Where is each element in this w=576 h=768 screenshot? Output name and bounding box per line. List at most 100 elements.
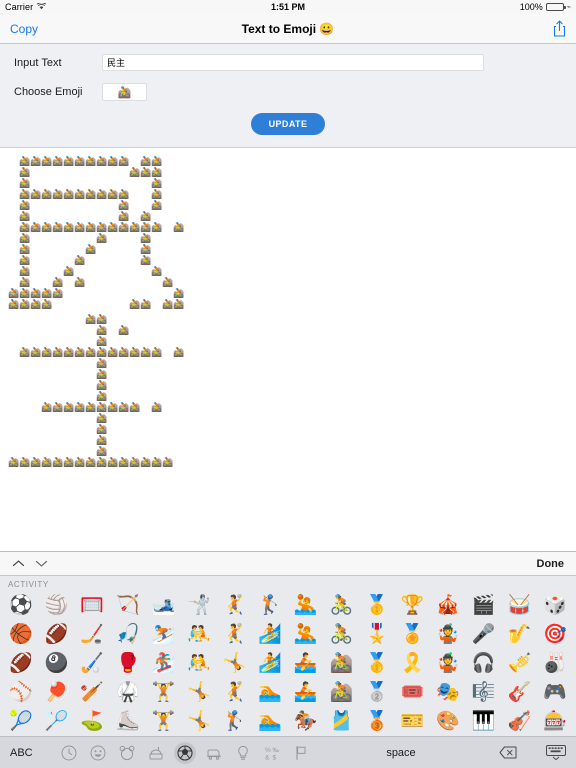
emoji-key[interactable]: 🥇 xyxy=(360,649,394,678)
emoji-key[interactable]: 🏓 xyxy=(40,678,74,707)
emoji-key[interactable]: 🏂 xyxy=(146,649,180,678)
emoji-key[interactable]: 🎬 xyxy=(467,591,501,620)
emoji-key[interactable]: 🥋 xyxy=(111,678,145,707)
emoji-key[interactable]: 🤸 xyxy=(182,707,216,736)
emoji-key[interactable]: 🏇 xyxy=(289,707,323,736)
emoji-key[interactable]: 🎯 xyxy=(538,620,572,649)
emoji-key[interactable]: 🤸 xyxy=(218,649,252,678)
emoji-key[interactable]: 🤾 xyxy=(218,678,252,707)
emoji-key[interactable]: 🏀 xyxy=(4,620,38,649)
emoji-key[interactable]: 🎮 xyxy=(538,678,572,707)
emoji-key[interactable]: 🎾 xyxy=(4,707,38,736)
emoji-key[interactable]: 🚣 xyxy=(289,649,323,678)
emoji-key[interactable]: 🏌️ xyxy=(218,707,252,736)
copy-button[interactable]: Copy xyxy=(10,22,38,36)
update-button[interactable]: UPDATE xyxy=(250,113,326,135)
emoji-key[interactable]: 🏄 xyxy=(253,620,287,649)
emoji-key[interactable]: 🥊 xyxy=(111,649,145,678)
share-icon[interactable] xyxy=(553,20,566,37)
emoji-key[interactable]: 🥉 xyxy=(360,707,394,736)
emoji-key[interactable]: 🏑 xyxy=(75,649,109,678)
emoji-key[interactable]: 🎻 xyxy=(502,707,536,736)
emoji-key[interactable]: 🎽 xyxy=(324,707,358,736)
emoji-key[interactable]: 🎲 xyxy=(538,591,572,620)
emoji-key[interactable]: 🏊 xyxy=(253,678,287,707)
emoji-key[interactable]: 🥇 xyxy=(360,591,394,620)
emoji-key[interactable]: ⛸️ xyxy=(111,707,145,736)
emoji-key[interactable]: 🎱 xyxy=(40,649,74,678)
bear-icon[interactable] xyxy=(116,742,138,764)
emoji-key[interactable]: 🏄 xyxy=(253,649,287,678)
food-icon[interactable] xyxy=(145,742,167,764)
emoji-key[interactable]: 🚴 xyxy=(324,591,358,620)
lightbulb-icon[interactable] xyxy=(232,742,254,764)
emoji-key[interactable]: 🎼 xyxy=(467,678,501,707)
emoji-key[interactable]: 🏒 xyxy=(75,620,109,649)
emoji-key[interactable]: 🚵 xyxy=(324,678,358,707)
symbols-icon[interactable]: % ‰ & $ xyxy=(261,742,283,764)
space-key[interactable]: space xyxy=(312,747,490,759)
emoji-key[interactable]: 🎹 xyxy=(467,707,501,736)
emoji-key[interactable]: 🤼 xyxy=(182,620,216,649)
emoji-key[interactable]: 🤺 xyxy=(182,591,216,620)
emoji-key[interactable]: ⛷️ xyxy=(146,620,180,649)
delete-backward-icon[interactable] xyxy=(490,746,526,759)
emoji-key[interactable]: 🏅 xyxy=(396,620,430,649)
emoji-key[interactable]: 🏌️ xyxy=(253,591,287,620)
emoji-key[interactable]: ⚾ xyxy=(4,678,38,707)
emoji-key[interactable]: 🎸 xyxy=(502,678,536,707)
emoji-key[interactable]: 🎳 xyxy=(538,649,572,678)
chevron-down-icon[interactable] xyxy=(35,559,48,568)
emoji-key[interactable]: 🤸 xyxy=(182,678,216,707)
emoji-key[interactable]: 🤼 xyxy=(182,649,216,678)
emoji-key[interactable]: 🎖️ xyxy=(360,620,394,649)
emoji-key[interactable]: 🏏 xyxy=(75,678,109,707)
emoji-key[interactable]: 🤽 xyxy=(289,591,323,620)
emoji-key[interactable]: 🥁 xyxy=(502,591,536,620)
emoji-key[interactable]: 🤾 xyxy=(218,591,252,620)
emoji-key[interactable]: 🏹 xyxy=(111,591,145,620)
emoji-key[interactable]: 🤾 xyxy=(218,620,252,649)
emoji-key[interactable]: 🎟️ xyxy=(396,678,430,707)
input-text-field[interactable]: 民主 xyxy=(102,54,484,71)
emoji-key[interactable]: 🤽 xyxy=(289,620,323,649)
emoji-key[interactable]: 🚴 xyxy=(324,620,358,649)
emoji-key[interactable]: 🎫 xyxy=(396,707,430,736)
emoji-key[interactable]: 🚵 xyxy=(324,649,358,678)
emoji-key[interactable]: 🏋️ xyxy=(146,707,180,736)
emoji-key[interactable]: 🤹 xyxy=(431,620,465,649)
emoji-key[interactable]: 🎿 xyxy=(146,591,180,620)
done-button[interactable]: Done xyxy=(537,558,565,570)
smiley-icon[interactable] xyxy=(87,742,109,764)
emoji-key[interactable]: 🏸 xyxy=(40,707,74,736)
emoji-key[interactable]: 🥈 xyxy=(360,678,394,707)
choose-emoji-field[interactable]: 🚵 xyxy=(102,83,147,101)
flag-icon[interactable] xyxy=(290,742,312,764)
emoji-key[interactable]: 🎺 xyxy=(502,649,536,678)
emoji-key[interactable]: 🏈 xyxy=(4,649,38,678)
clock-icon[interactable] xyxy=(58,742,80,764)
emoji-key[interactable]: 🎗️ xyxy=(396,649,430,678)
soccer-ball-icon[interactable] xyxy=(174,741,196,764)
emoji-key[interactable]: 🎰 xyxy=(538,707,572,736)
emoji-key[interactable]: 🤹 xyxy=(431,649,465,678)
emoji-key[interactable]: ⛳ xyxy=(75,707,109,736)
keyboard-dismiss-icon[interactable] xyxy=(526,745,566,760)
emoji-key[interactable]: 🎪 xyxy=(431,591,465,620)
emoji-key[interactable]: 🎤 xyxy=(467,620,501,649)
emoji-key[interactable]: ⚽ xyxy=(4,591,38,620)
emoji-key[interactable]: 🎣 xyxy=(111,620,145,649)
car-icon[interactable] xyxy=(203,742,225,764)
emoji-key[interactable]: 🎨 xyxy=(431,707,465,736)
emoji-key[interactable]: 🚣 xyxy=(289,678,323,707)
emoji-key[interactable]: 🏈 xyxy=(40,620,74,649)
emoji-key[interactable]: 🎷 xyxy=(502,620,536,649)
emoji-key[interactable]: 🥅 xyxy=(75,591,109,620)
emoji-key[interactable]: 🎭 xyxy=(431,678,465,707)
emoji-key[interactable]: 🏆 xyxy=(396,591,430,620)
chevron-up-icon[interactable] xyxy=(12,559,25,568)
emoji-key[interactable]: 🏊 xyxy=(253,707,287,736)
emoji-key[interactable]: 🎧 xyxy=(467,649,501,678)
abc-key[interactable]: ABC xyxy=(10,747,58,759)
emoji-key[interactable]: 🏐 xyxy=(40,591,74,620)
